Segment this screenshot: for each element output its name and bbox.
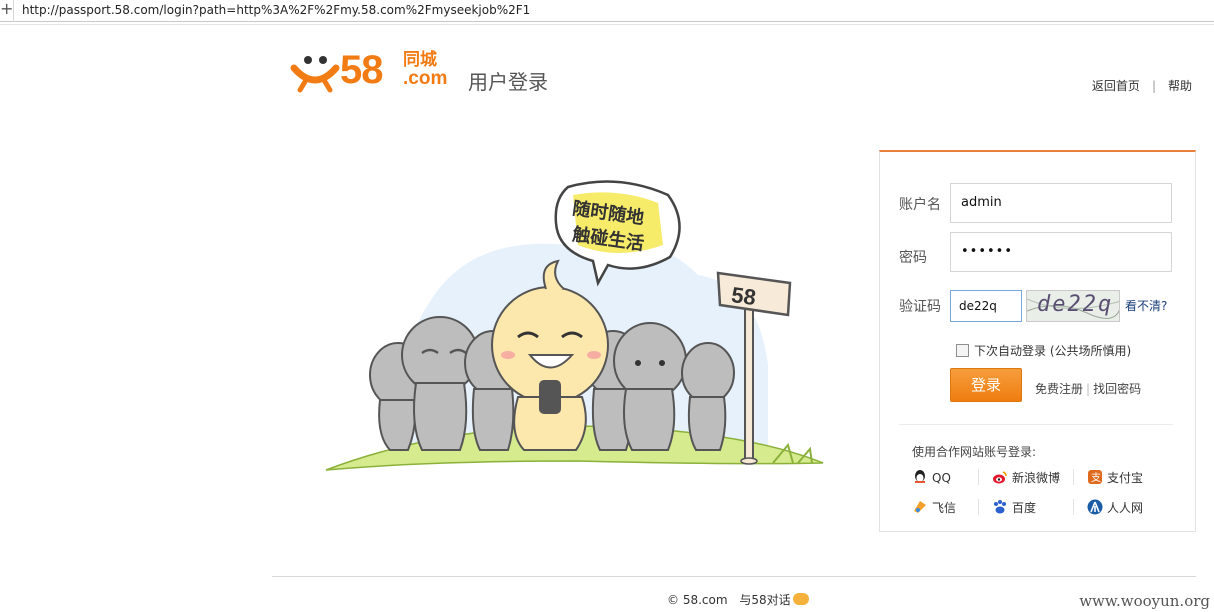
- login-button[interactable]: 登录: [950, 368, 1022, 402]
- renren-icon: [1087, 499, 1103, 515]
- partner-divider: [1073, 469, 1074, 485]
- browser-address-bar: + http://passport.58.com/login?path=http…: [0, 0, 1214, 22]
- password-label: 密码: [899, 250, 927, 266]
- baidu-icon: [994, 500, 1006, 514]
- page-title: 用户登录: [468, 70, 548, 94]
- partner-baidu[interactable]: 百度: [992, 499, 1036, 516]
- captcha-label: 验证码: [899, 299, 941, 315]
- sign-number: 58: [730, 282, 758, 310]
- partner-weibo[interactable]: 新浪微博: [992, 469, 1060, 486]
- partner-fetion[interactable]: 飞信: [912, 499, 956, 516]
- captcha-text: de22q: [1037, 292, 1114, 317]
- partner-fetion-label: 飞信: [932, 501, 957, 515]
- address-bar-divider: [13, 0, 14, 22]
- account-links-divider: |: [1086, 382, 1091, 396]
- partner-divider: [978, 469, 979, 485]
- captcha-refresh-link[interactable]: 看不清?: [1125, 297, 1167, 314]
- username-field[interactable]: admin: [950, 183, 1172, 223]
- svg-text:支: 支: [1091, 472, 1101, 484]
- copyright-text: © 58.com: [667, 593, 728, 607]
- captcha-image[interactable]: de22q: [1026, 290, 1120, 322]
- qq-icon: [915, 470, 925, 483]
- partner-divider: [978, 499, 979, 515]
- login-panel: 账户名 admin 密码 •••••• 验证码 de22q de22q 看不清?…: [879, 150, 1196, 532]
- site-logo[interactable]: 58 同城 .com: [290, 46, 460, 96]
- username-label: 账户名: [899, 197, 941, 213]
- remember-checkbox[interactable]: [956, 344, 969, 357]
- partner-baidu-label: 百度: [1012, 501, 1037, 515]
- url-field[interactable]: http://passport.58.com/login?path=http%3…: [22, 3, 530, 17]
- partner-qq-label: QQ: [932, 471, 951, 485]
- fetion-icon: [914, 501, 926, 513]
- watermark: www.wooyun.org: [1079, 592, 1210, 610]
- partner-alipay[interactable]: 支支付宝: [1087, 469, 1143, 486]
- password-field[interactable]: ••••••: [950, 232, 1172, 272]
- captcha-input[interactable]: de22q: [950, 290, 1022, 322]
- partner-divider: [1073, 499, 1074, 515]
- panel-divider: [899, 424, 1173, 425]
- partner-renren-label: 人人网: [1107, 501, 1144, 515]
- help-link[interactable]: 帮助: [1168, 79, 1192, 93]
- footer: © 58.com 与58对话: [667, 591, 809, 608]
- top-links-divider: |: [1151, 79, 1156, 93]
- logo-chinese: 同城: [403, 50, 437, 70]
- footer-divider: [272, 576, 1196, 577]
- logo-com: .com: [403, 68, 448, 89]
- alipay-icon: 支: [1088, 470, 1102, 484]
- forgot-password-link[interactable]: 找回密码: [1093, 382, 1141, 396]
- smiley-logo-icon: [290, 56, 340, 93]
- header-divider: [0, 24, 1214, 25]
- partner-qq[interactable]: QQ: [912, 469, 951, 485]
- remember-label: 下次自动登录 (公共场所慎用): [974, 344, 1132, 358]
- partner-renren[interactable]: 人人网: [1087, 499, 1143, 516]
- weibo-icon: [993, 471, 1007, 484]
- partner-login-title: 使用合作网站账号登录:: [912, 445, 1037, 459]
- remember-me[interactable]: 下次自动登录 (公共场所慎用): [956, 342, 1131, 359]
- account-links: 免费注册 | 找回密码: [1035, 380, 1141, 397]
- talk-to-58-link[interactable]: 与58对话: [739, 593, 790, 607]
- new-tab-icon[interactable]: +: [0, 1, 13, 19]
- home-link[interactable]: 返回首页: [1092, 79, 1140, 93]
- register-link[interactable]: 免费注册: [1035, 382, 1083, 396]
- top-links: 返回首页 | 帮助: [1092, 77, 1192, 94]
- chat-bubble-icon[interactable]: [792, 593, 809, 605]
- logo-number: 58: [340, 48, 383, 92]
- mascot-illustration: 随时随地 触碰生活 58: [325, 180, 824, 471]
- partner-alipay-label: 支付宝: [1107, 471, 1144, 485]
- partner-weibo-label: 新浪微博: [1012, 471, 1061, 485]
